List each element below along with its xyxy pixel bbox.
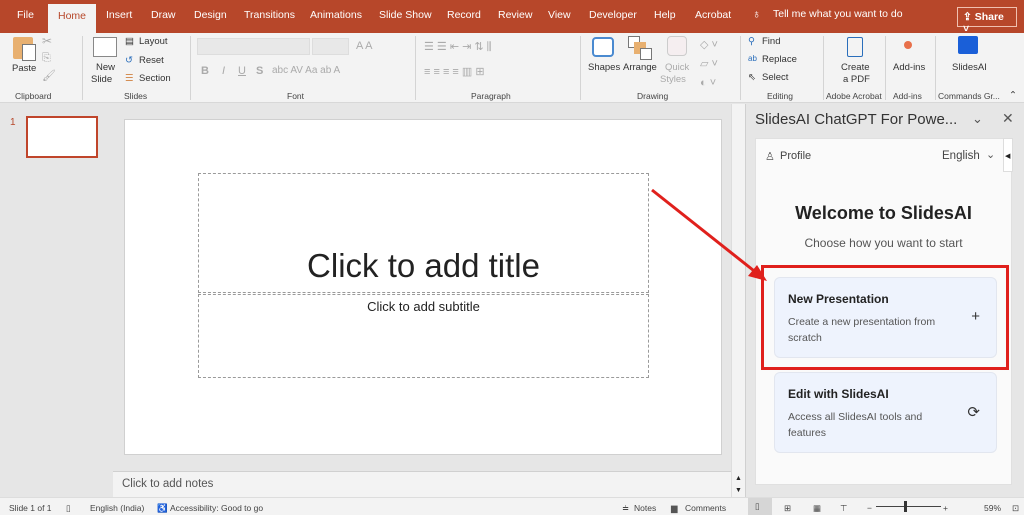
- status-bar: Slide 1 of 1 ▯ English (India) ♿ Accessi…: [0, 497, 1024, 515]
- notes-button[interactable]: Notes: [634, 503, 656, 513]
- accessibility-status[interactable]: Accessibility: Good to go: [170, 503, 263, 513]
- zoom-slider[interactable]: [876, 506, 941, 507]
- annotation-arrow: [651, 188, 767, 281]
- zoom-in-button[interactable]: +: [943, 503, 948, 513]
- slideshow-icon[interactable]: ⊤: [840, 503, 847, 514]
- spelling-icon[interactable]: ▯: [66, 503, 71, 514]
- reading-view-icon[interactable]: ▦: [813, 503, 821, 514]
- zoom-level[interactable]: 59%: [984, 503, 1001, 513]
- comments-button[interactable]: Comments: [685, 503, 726, 513]
- zoom-slider-thumb[interactable]: [904, 501, 907, 512]
- slide-counter: Slide 1 of 1: [9, 503, 52, 513]
- normal-view-icon[interactable]: ▯: [748, 498, 772, 515]
- accessibility-icon: ♿: [157, 503, 168, 513]
- comments-icon: ▆: [671, 503, 678, 513]
- language-status[interactable]: English (India): [90, 503, 144, 513]
- slide-sorter-icon[interactable]: ⊞: [784, 503, 791, 514]
- fit-to-window-icon[interactable]: ⊡: [1012, 503, 1019, 514]
- notes-icon: ≐: [622, 503, 630, 513]
- zoom-out-button[interactable]: −: [867, 503, 872, 513]
